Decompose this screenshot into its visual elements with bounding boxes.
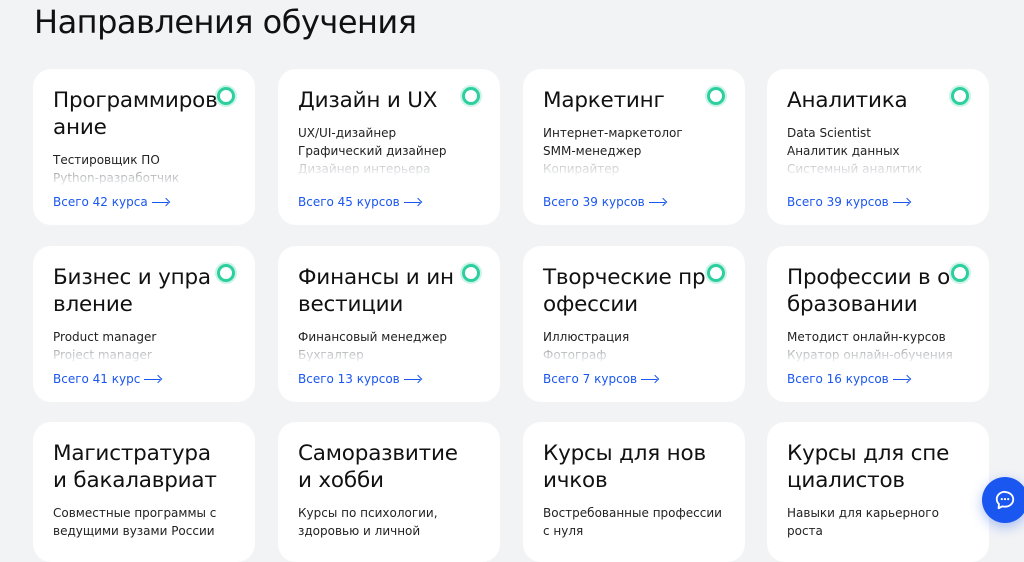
- card-title: Финансы и инвестиции: [298, 265, 454, 317]
- direction-card-specialists[interactable]: Курсы для специалистов Навыки для карьер…: [767, 422, 989, 562]
- all-courses-link[interactable]: Всего 39 курсов: [787, 195, 911, 209]
- all-courses-link[interactable]: Всего 41 курс: [53, 372, 162, 386]
- profession-item: Фотограф: [543, 348, 607, 362]
- arrow-right-icon: [641, 375, 659, 383]
- status-dot-icon: [707, 87, 725, 105]
- direction-card-programming[interactable]: Программирование Тестировщик ПО Python-р…: [33, 69, 255, 225]
- status-dot-icon: [462, 264, 480, 282]
- chat-button[interactable]: [982, 477, 1024, 523]
- all-courses-link[interactable]: Всего 42 курса: [53, 195, 170, 209]
- profession-item: Бухгалтер: [298, 348, 364, 362]
- card-professions: Методист онлайн-курсов Куратор онлайн-об…: [787, 328, 969, 364]
- card-title: Дизайн и UX: [298, 88, 438, 113]
- profession-item: Куратор онлайн-обучения: [787, 348, 953, 362]
- card-professions: Иллюстрация Фотограф: [543, 328, 725, 364]
- profession-item: Аналитик данных: [787, 144, 900, 158]
- all-courses-link[interactable]: Всего 7 курсов: [543, 372, 659, 386]
- direction-card-analytics[interactable]: Аналитика Data Scientist Аналитик данных…: [767, 69, 989, 225]
- profession-item: SMM-менеджер: [543, 144, 642, 158]
- profession-item: Финансовый менеджер: [298, 330, 448, 344]
- card-description: Курсы по психологии, здоровью и личной: [298, 506, 438, 538]
- profession-item: Методист онлайн-курсов: [787, 330, 946, 344]
- status-dot-icon: [951, 264, 969, 282]
- card-professions: Финансовый менеджер Бухгалтер: [298, 328, 480, 364]
- direction-card-marketing[interactable]: Маркетинг Интернет-маркетолог SMM-менедж…: [523, 69, 745, 225]
- card-description: Совместные программы с ведущими вузами Р…: [53, 506, 217, 538]
- card-title: Аналитика: [787, 88, 908, 113]
- card-professions: Product manager Project manager: [53, 328, 235, 364]
- arrow-right-icon: [144, 375, 162, 383]
- direction-card-finance[interactable]: Финансы и инвестиции Финансовый менеджер…: [278, 246, 500, 402]
- arrow-right-icon: [403, 375, 422, 383]
- status-dot-icon: [217, 87, 235, 105]
- profession-item: Data Scientist: [787, 126, 871, 140]
- direction-card-hobby[interactable]: Саморазвитие и хобби Курсы по психологии…: [278, 422, 500, 562]
- profession-item: Копирайтер: [543, 162, 620, 176]
- profession-item: Python-разработчик: [53, 171, 180, 185]
- direction-card-design[interactable]: Дизайн и UX UX/UI-дизайнер Графический д…: [278, 69, 500, 225]
- card-title: Курсы для специалистов: [787, 441, 950, 493]
- card-professions: Интернет-маркетолог SMM-менеджер Копирай…: [543, 124, 725, 178]
- card-title: Магистратура и бакалавриат: [53, 441, 217, 493]
- direction-card-education[interactable]: Профессии в образовании Методист онлайн-…: [767, 246, 989, 402]
- card-title: Саморазвитие и хобби: [298, 441, 458, 493]
- directions-grid: Программирование Тестировщик ПО Python-р…: [0, 0, 1024, 562]
- profession-item: Системный аналитик: [787, 162, 923, 176]
- status-dot-icon: [462, 87, 480, 105]
- all-courses-link[interactable]: Всего 45 курсов: [298, 195, 422, 209]
- card-title: Программирование: [53, 88, 218, 140]
- arrow-right-icon: [892, 375, 911, 383]
- profession-item: Дизайнер интерьера: [298, 162, 431, 176]
- arrow-right-icon: [403, 198, 422, 206]
- all-courses-link[interactable]: Всего 39 курсов: [543, 195, 667, 209]
- card-description: Навыки для карьерного роста: [787, 506, 939, 538]
- card-professions: Data Scientist Аналитик данных Системный…: [787, 124, 969, 178]
- status-dot-icon: [217, 264, 235, 282]
- all-courses-link[interactable]: Всего 13 курсов: [298, 372, 422, 386]
- card-title: Творческие профессии: [543, 265, 706, 317]
- direction-card-degrees[interactable]: Магистратура и бакалавриат Совместные пр…: [33, 422, 255, 562]
- profession-item: Графический дизайнер: [298, 144, 447, 158]
- card-professions: Тестировщик ПО Python-разработчик: [53, 151, 235, 187]
- arrow-right-icon: [151, 198, 170, 206]
- profession-item: UX/UI-дизайнер: [298, 126, 397, 140]
- direction-card-creative[interactable]: Творческие профессии Иллюстрация Фотогра…: [523, 246, 745, 402]
- arrow-right-icon: [892, 198, 911, 206]
- all-courses-link[interactable]: Всего 16 курсов: [787, 372, 911, 386]
- card-description: Востребованные профессии с нуля: [543, 506, 722, 538]
- profession-item: Тестировщик ПО: [53, 153, 160, 167]
- card-professions: UX/UI-дизайнер Графический дизайнер Диза…: [298, 124, 480, 178]
- chat-icon: [995, 490, 1015, 510]
- card-title: Профессии в образовании: [787, 265, 951, 317]
- card-title: Бизнес и управление: [53, 265, 211, 317]
- card-title: Маркетинг: [543, 88, 665, 113]
- profession-item: Интернет-маркетолог: [543, 126, 683, 140]
- direction-card-business[interactable]: Бизнес и управление Product manager Proj…: [33, 246, 255, 402]
- profession-item: Иллюстрация: [543, 330, 630, 344]
- profession-item: Product manager: [53, 330, 157, 344]
- status-dot-icon: [707, 264, 725, 282]
- status-dot-icon: [951, 87, 969, 105]
- arrow-right-icon: [648, 198, 667, 206]
- card-title: Курсы для новичков: [543, 441, 706, 493]
- profession-item: Project manager: [53, 348, 152, 362]
- direction-card-beginners[interactable]: Курсы для новичков Востребованные профес…: [523, 422, 745, 562]
